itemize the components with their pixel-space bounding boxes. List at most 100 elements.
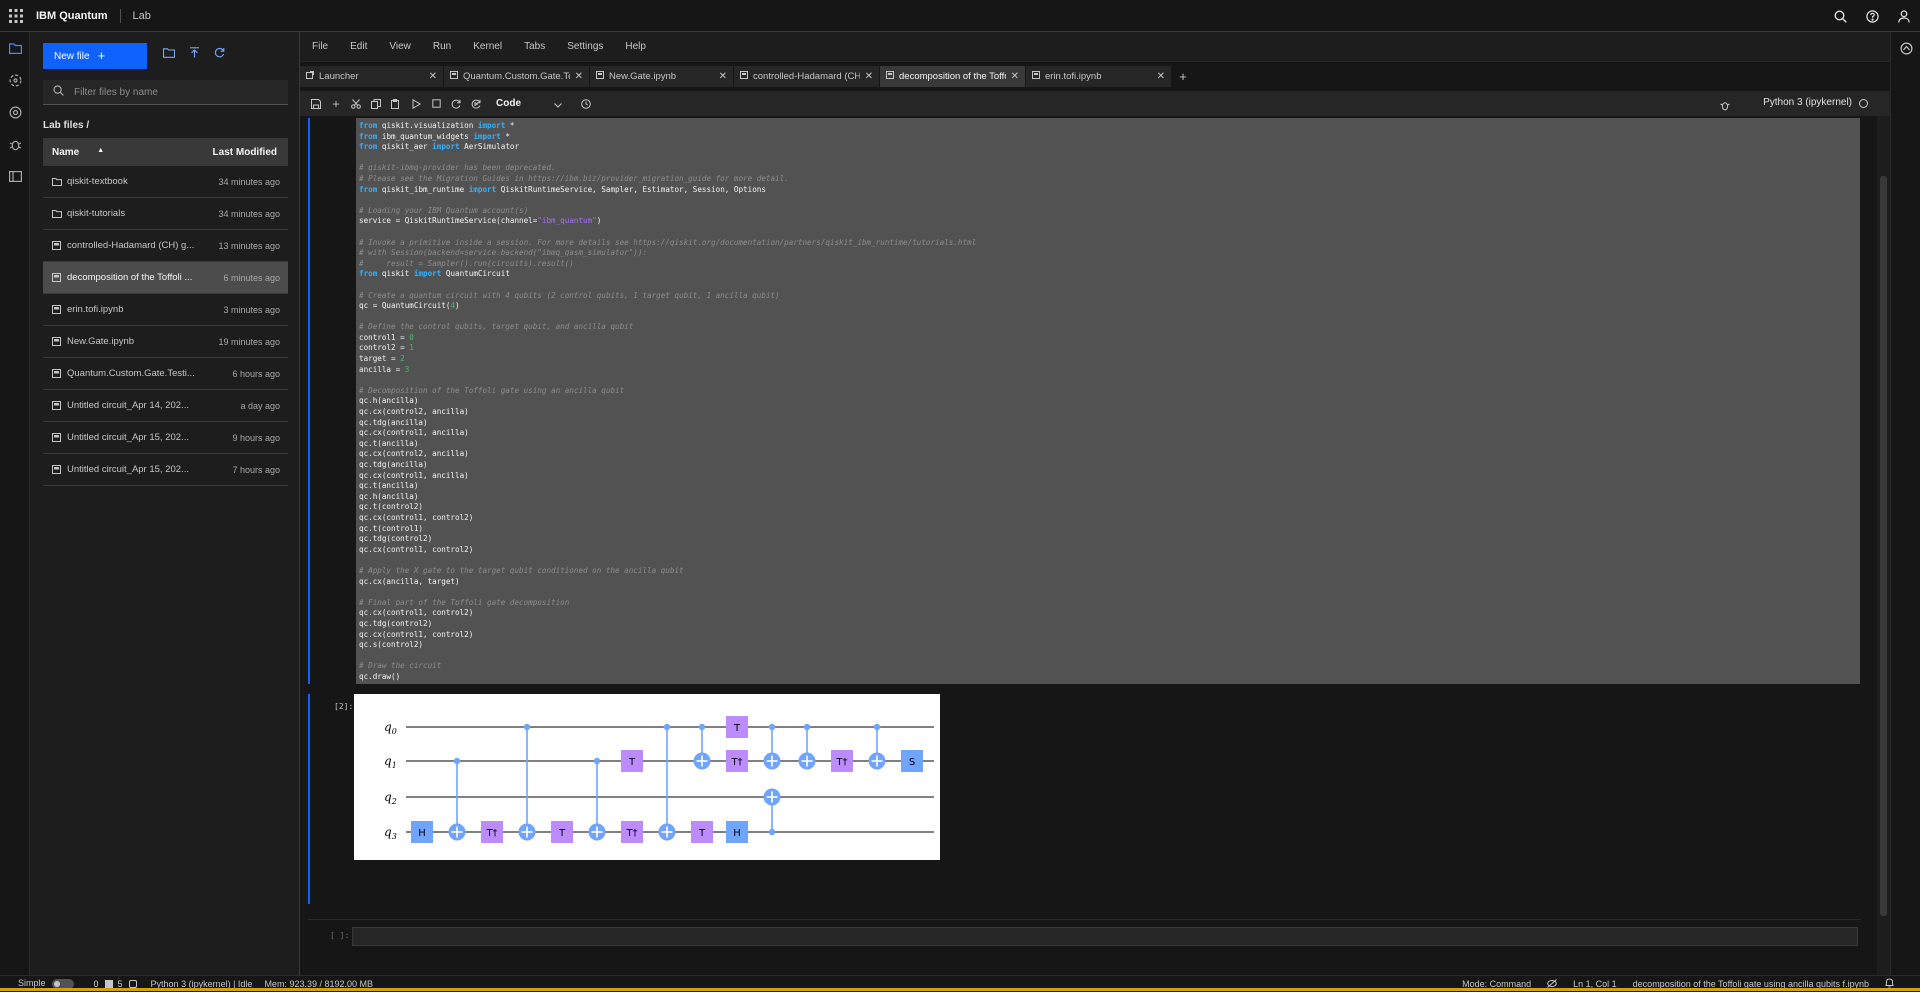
close-icon[interactable]: ✕	[719, 71, 727, 82]
code-cell[interactable]: from qiskit.visualization import * from i…	[308, 118, 1861, 684]
debugger-icon[interactable]	[0, 128, 30, 160]
file-row[interactable]: decomposition of the Toffoli ... 6 minute…	[43, 262, 288, 294]
restart-kernel-icon[interactable]	[446, 99, 466, 109]
save-icon[interactable]	[306, 98, 326, 109]
upload-icon[interactable]	[189, 45, 200, 63]
file-row[interactable]: qiskit-textbook 34 minutes ago	[43, 166, 288, 198]
file-modified: 9 hours ago	[232, 432, 280, 443]
kernel-name[interactable]: Python 3 (ipykernel)	[1763, 97, 1852, 108]
clock-icon[interactable]	[576, 98, 596, 109]
file-row[interactable]: Untitled circuit_Apr 14, 202... a day ago	[43, 390, 288, 422]
tab-3[interactable]: controlled-Hadamard (CH ✕	[734, 66, 880, 87]
notebook-icon	[43, 433, 63, 442]
breadcrumb[interactable]: Lab files /	[43, 120, 89, 131]
file-row[interactable]: erin.tofi.ipynb 3 minutes ago	[43, 294, 288, 326]
tab-5[interactable]: erin.tofi.ipynb ✕	[1026, 66, 1172, 87]
refresh-icon[interactable]	[214, 45, 225, 63]
kernel-count[interactable]: 0	[94, 979, 99, 989]
close-icon[interactable]: ✕	[1011, 71, 1019, 82]
file-modified: 6 minutes ago	[223, 272, 280, 283]
menu-kernel[interactable]: Kernel	[473, 41, 502, 52]
restart-run-all-icon[interactable]	[466, 99, 486, 109]
running-sessions-icon[interactable]	[0, 64, 30, 96]
code-token: target =	[359, 354, 401, 364]
code-line: qc.cx(ancilla, target)	[359, 577, 976, 588]
tab-2[interactable]: New.Gate.ipynb ✕	[590, 66, 734, 87]
menu-run[interactable]: Run	[433, 41, 451, 52]
terminal-count[interactable]: 5	[118, 979, 123, 989]
file-row[interactable]: controlled-Hadamard (CH) g... 13 minutes …	[43, 230, 288, 262]
new-file-button[interactable]: New file +	[43, 43, 147, 69]
file-name: New.Gate.ipynb	[67, 336, 135, 347]
property-inspector-icon[interactable]	[1891, 32, 1920, 64]
output-cell[interactable]: [2]: q0 q1 q2 q3 H T† T T T† T T T† H T† S	[308, 694, 1861, 904]
notebook-scrollbar[interactable]	[1877, 116, 1890, 975]
file-row[interactable]: Untitled circuit_Apr 15, 202... 9 hours a…	[43, 422, 288, 454]
code-token: # qiskit-ibmq-provider has been deprecat…	[359, 163, 556, 173]
file-row[interactable]: qiskit-tutorials 34 minutes ago	[43, 198, 288, 230]
file-row[interactable]: New.Gate.ipynb 19 minutes ago	[43, 326, 288, 358]
tab-1[interactable]: Quantum.Custom.Gate.Te: ✕	[444, 66, 590, 87]
file-row[interactable]: Untitled circuit_Apr 15, 202... 7 hours a…	[43, 454, 288, 486]
code-token: from	[359, 142, 378, 152]
code-token: qc.t(ancilla)	[359, 438, 419, 448]
table-of-contents-icon[interactable]	[0, 160, 30, 192]
file-browser-panel: New file + Filter files by name Lab file…	[30, 32, 300, 975]
close-icon[interactable]: ✕	[575, 71, 583, 82]
right-activity-bar	[1890, 32, 1920, 975]
scrollbar-thumb[interactable]	[1880, 176, 1887, 916]
search-icon[interactable]	[1824, 0, 1856, 32]
close-icon[interactable]: ✕	[865, 71, 873, 82]
help-icon[interactable]	[1856, 0, 1888, 32]
new-folder-icon[interactable]	[162, 45, 176, 63]
tab-label: New.Gate.ipynb	[609, 71, 677, 82]
code-token: qiskit.visualization	[377, 121, 478, 130]
code-line: qc.cx(control1, ancilla)	[359, 471, 976, 482]
file-browser-icon[interactable]	[0, 32, 30, 64]
kernel-status[interactable]: Python 3 (ipykernel) | Idle	[151, 979, 253, 989]
code-token: control2 =	[359, 343, 410, 353]
code-token: qc.cx(control2, ancilla)	[359, 449, 469, 459]
menu-help[interactable]: Help	[625, 41, 646, 52]
empty-cell-input[interactable]	[352, 927, 1858, 946]
code-token: )	[455, 301, 460, 311]
menu-edit[interactable]: Edit	[350, 41, 367, 52]
file-modified: 6 hours ago	[232, 368, 280, 379]
close-icon[interactable]: ✕	[429, 71, 437, 82]
tab-4[interactable]: decomposition of the Toffc ✕	[880, 66, 1026, 87]
code-token: qc = QuantumCircuit(	[359, 301, 451, 311]
app-switcher-icon[interactable]	[0, 0, 32, 32]
control-dot	[663, 723, 671, 731]
stop-icon[interactable]	[426, 99, 446, 108]
code-token: # with Session(backend=service.backend("…	[359, 248, 648, 258]
copy-icon[interactable]	[366, 98, 386, 109]
code-line: qc.tdg(control2)	[359, 619, 976, 630]
insert-cell-icon[interactable]: +	[326, 97, 346, 111]
code-editor[interactable]: from qiskit.visualization import * from i…	[356, 118, 1860, 684]
filter-files-input[interactable]: Filter files by name	[43, 80, 288, 105]
menu-settings[interactable]: Settings	[567, 41, 603, 52]
run-icon[interactable]	[406, 98, 426, 109]
brand-name[interactable]: IBM Quantum	[32, 8, 121, 23]
debugger-toggle-icon[interactable]	[1720, 98, 1730, 116]
cut-icon[interactable]	[346, 98, 366, 109]
modified-column-header[interactable]: Last Modified	[183, 147, 288, 158]
code-token: qc.h(ancilla)	[359, 491, 419, 501]
file-row[interactable]: Quantum.Custom.Gate.Testi... 6 hours ago	[43, 358, 288, 390]
new-tab-button[interactable]: +	[1172, 66, 1194, 87]
notebook-icon	[740, 71, 748, 82]
paste-icon[interactable]	[386, 98, 406, 109]
cell-type-select[interactable]: Code	[496, 98, 548, 109]
close-icon[interactable]: ✕	[1157, 71, 1165, 82]
empty-code-cell[interactable]: [ ]:	[308, 919, 1861, 951]
menu-view[interactable]: View	[389, 41, 411, 52]
name-column-header[interactable]: Name ▲	[43, 147, 183, 158]
menu-file[interactable]: File	[312, 41, 328, 52]
chevron-down-icon[interactable]	[554, 95, 562, 113]
code-token: qc.tdg(ancilla)	[359, 460, 428, 469]
composer-icon[interactable]	[0, 96, 30, 128]
menu-tabs[interactable]: Tabs	[524, 41, 545, 52]
tab-0[interactable]: Launcher ✕	[300, 66, 444, 87]
user-icon[interactable]	[1888, 0, 1920, 32]
